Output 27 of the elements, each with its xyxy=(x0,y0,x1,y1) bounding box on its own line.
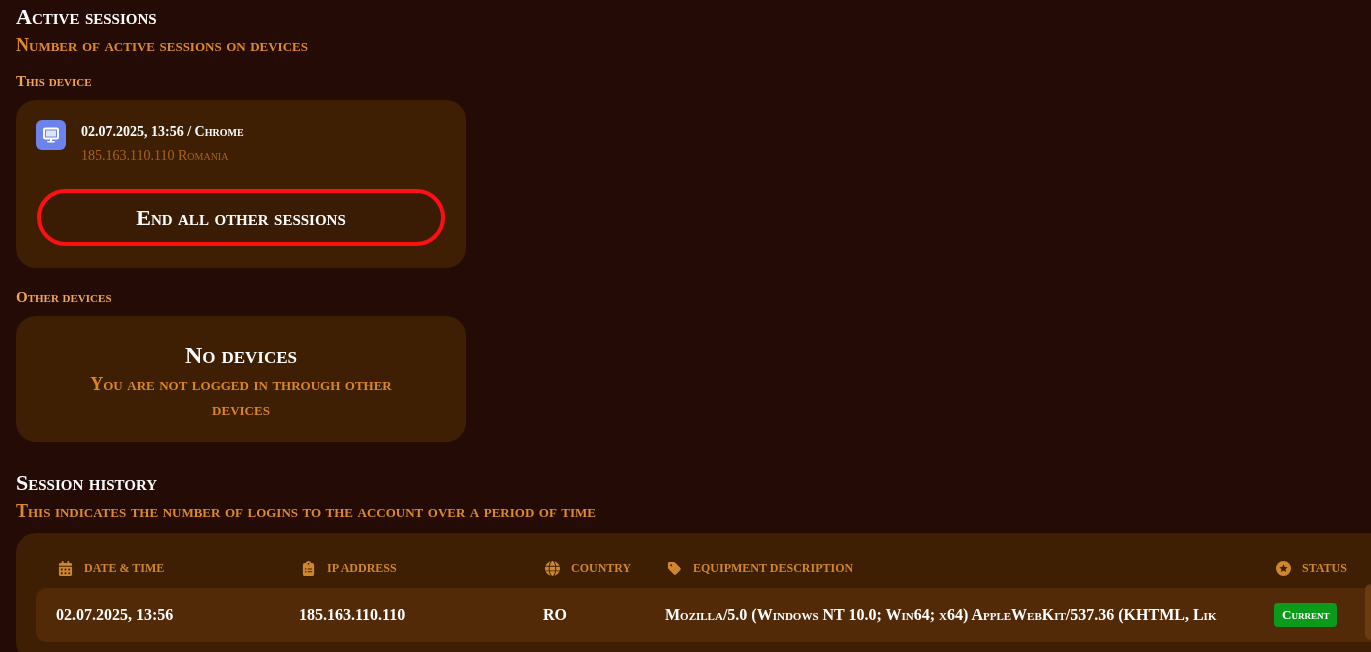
table-cell: Mozilla/5.0 (Windows NT 10.0; Win64; x64) AppleWebKit/537.36 (KHTML, Lik xyxy=(665,605,1217,625)
table-cell: 185.163.110.110 xyxy=(299,605,406,625)
empty-title: No devices xyxy=(184,341,298,370)
section-label: This device xyxy=(16,72,92,91)
session-details: 185.163.110.110 Romania xyxy=(81,147,229,165)
section-subtitle: This indicates the number of logins to the account over a period of time xyxy=(16,500,596,523)
status-badge: Current xyxy=(1274,603,1338,627)
globe-icon xyxy=(545,560,560,576)
column-header: EQUIPMENT DESCRIPTION xyxy=(693,560,854,576)
column-header: DATE & TIME xyxy=(84,560,165,576)
column-header: STATUS xyxy=(1302,560,1347,576)
monitor-icon xyxy=(36,120,66,150)
column-header: COUNTRY xyxy=(571,560,632,576)
section-subtitle: Number of active sessions on devices xyxy=(16,34,308,57)
section-label: Other devices xyxy=(16,288,112,307)
session-title: 02.07.2025, 13:56 / Chrome xyxy=(81,123,244,141)
clipboard-icon xyxy=(301,560,316,576)
section-title: Active sessions xyxy=(16,4,157,30)
table-cell: RO xyxy=(543,605,567,625)
calendar-icon xyxy=(58,560,73,576)
tag-icon xyxy=(667,560,682,576)
table-cell: 02.07.2025, 13:56 xyxy=(56,605,174,625)
empty-message: You are not logged in through other devices xyxy=(89,373,393,421)
section-title: Session history xyxy=(16,470,158,496)
round-button[interactable] xyxy=(1365,584,1371,640)
column-header: IP ADDRESS xyxy=(327,560,397,576)
end-sessions-button[interactable]: End all other sessions xyxy=(37,189,445,246)
